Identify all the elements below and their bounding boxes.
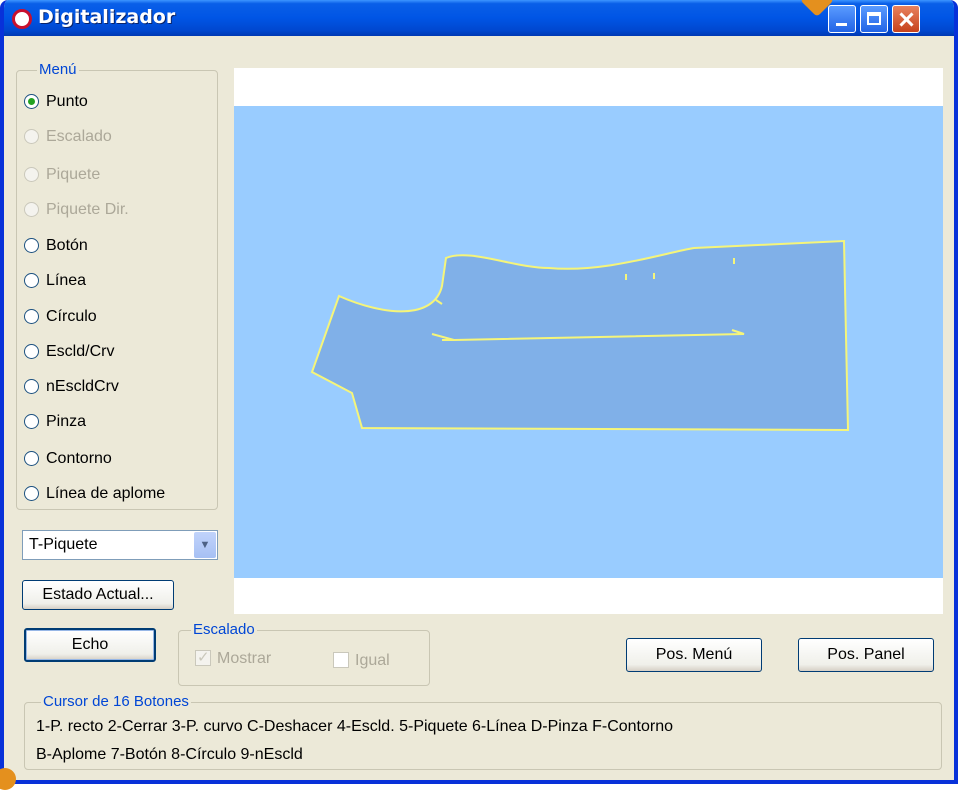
menu-legend: Menú [37, 61, 79, 78]
cursor-line-1: 1-P. recto 2-Cerrar 3-P. curvo C-Deshace… [36, 718, 674, 735]
menu-option-radio: Escalado [24, 127, 214, 149]
escalado-groupbox: Escalado ✓ Mostrar Igual [178, 621, 430, 686]
minimize-button[interactable] [828, 5, 856, 33]
canvas-svg [234, 106, 943, 578]
menu-option-radio[interactable]: Pinza [24, 412, 214, 434]
radio-circle-icon[interactable] [24, 309, 39, 324]
close-button[interactable] [892, 5, 920, 33]
type-select[interactable]: T-Piquete ▼ [22, 530, 218, 560]
radio-circle-icon[interactable] [24, 94, 39, 109]
radio-circle-icon[interactable] [24, 273, 39, 288]
estado-actual-button[interactable]: Estado Actual... [22, 580, 174, 610]
menu-option-radio[interactable]: Círculo [24, 307, 214, 329]
menu-option-label: Pinza [46, 413, 87, 430]
menu-option-label: Escalado [46, 128, 112, 145]
escalado-legend: Escalado [191, 621, 257, 638]
menu-option-label: Punto [46, 93, 88, 110]
menu-option-radio[interactable]: Contorno [24, 449, 214, 471]
radio-circle-icon[interactable] [24, 238, 39, 253]
cursor-legend: Cursor de 16 Botones [41, 693, 191, 710]
radio-circle-icon[interactable] [24, 486, 39, 501]
menu-option-label: Piquete Dir. [46, 201, 129, 218]
digitalizador-window: Digitalizador Menú Punto Escalado Piquete P… [0, 0, 958, 784]
menu-option-radio[interactable]: Línea de aplome [24, 484, 214, 506]
window-title: Digitalizador [38, 6, 176, 28]
igual-checkbox-box[interactable] [333, 652, 349, 668]
radio-circle-icon[interactable] [24, 379, 39, 394]
menu-option-label: Línea [46, 272, 87, 289]
chevron-down-icon[interactable]: ▼ [194, 532, 216, 558]
menu-option-label: Botón [46, 237, 88, 254]
menu-option-radio[interactable]: Línea [24, 271, 214, 293]
menu-option-label: Línea de aplome [46, 485, 166, 502]
pos-menu-button[interactable]: Pos. Menú [626, 638, 762, 672]
type-select-value: T-Piquete [29, 536, 98, 553]
digitizer-canvas[interactable] [234, 68, 943, 614]
igual-label: Igual [355, 652, 390, 669]
radio-circle-icon [24, 202, 39, 217]
menu-option-radio: Piquete [24, 165, 214, 187]
check-icon: ✓ [197, 649, 210, 666]
mostrar-checkbox-box[interactable]: ✓ [195, 649, 211, 666]
pos-panel-button[interactable]: Pos. Panel [798, 638, 934, 672]
menu-option-radio[interactable]: Botón [24, 236, 214, 258]
maximize-button[interactable] [860, 5, 888, 33]
menu-option-label: Escld/Crv [46, 343, 115, 360]
app-icon [12, 9, 32, 29]
menu-option-label: nEscldCrv [46, 378, 119, 395]
mostrar-label: Mostrar [217, 650, 272, 667]
menu-option-radio[interactable]: nEscldCrv [24, 377, 214, 399]
menu-option-radio[interactable]: Escld/Crv [24, 342, 214, 364]
menu-option-radio[interactable]: Punto [24, 92, 214, 114]
radio-circle-icon [24, 129, 39, 144]
cursor-line-2: B-Aplome 7-Botón 8-Círculo 9-nEscld [36, 746, 303, 763]
menu-option-radio: Piquete Dir. [24, 200, 214, 222]
echo-button[interactable]: Echo [24, 628, 156, 662]
radio-circle-icon[interactable] [24, 414, 39, 429]
radio-circle-icon [24, 167, 39, 182]
menu-option-label: Piquete [46, 166, 101, 183]
radio-circle-icon[interactable] [24, 344, 39, 359]
radio-circle-icon[interactable] [24, 451, 39, 466]
menu-option-label: Contorno [46, 450, 112, 467]
menu-option-label: Círculo [46, 308, 97, 325]
